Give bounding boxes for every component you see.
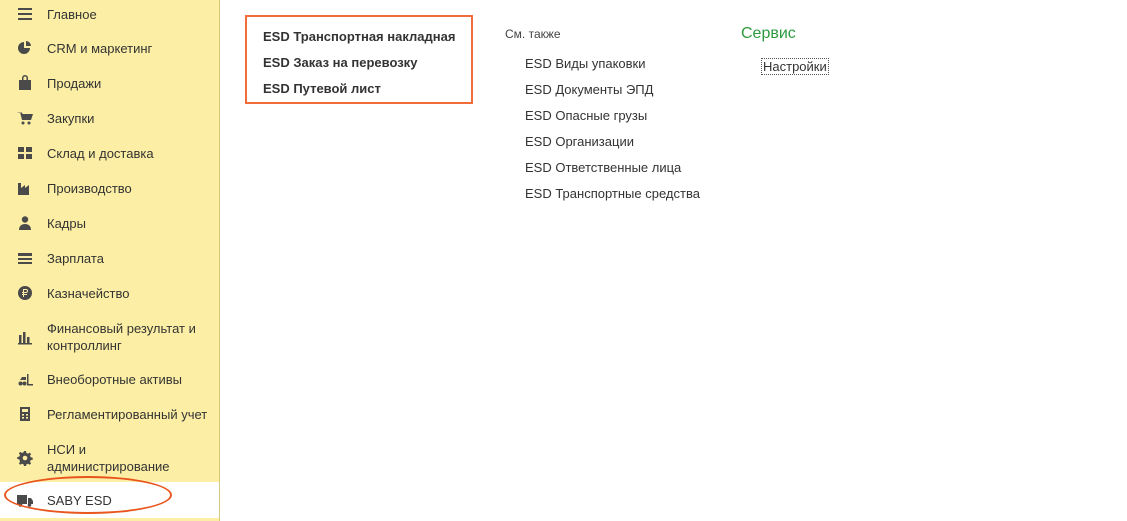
sidebar-item-main[interactable]: Главное (0, 2, 219, 26)
truck-icon (16, 491, 34, 509)
sidebar-item-finance[interactable]: Финансовый результат и контроллинг (0, 317, 219, 357)
sidebar-item-label: CRM и маркетинг (47, 40, 153, 56)
factory-icon (16, 179, 34, 197)
sidebar-item-purchases[interactable]: Закупки (0, 106, 219, 130)
sidebar-item-label: Кадры (47, 215, 86, 231)
pie-chart-icon (16, 39, 34, 57)
sidebar-item-label: Зарплата (47, 250, 104, 266)
see-also-link-packaging[interactable]: ESD Виды упаковки (525, 56, 646, 71)
main-link-waybill[interactable]: ESD Путевой лист (263, 81, 381, 96)
sidebar-item-regulated[interactable]: Регламентированный учет (0, 402, 219, 426)
sidebar-item-warehouse[interactable]: Склад и доставка (0, 141, 219, 165)
menu-lines-icon (16, 5, 34, 23)
gear-icon (16, 449, 34, 467)
sidebar-item-label: Склад и доставка (47, 145, 154, 161)
see-also-link-dangerous-goods[interactable]: ESD Опасные грузы (525, 108, 647, 123)
forklift-icon (16, 370, 34, 388)
sidebar-item-crm[interactable]: CRM и маркетинг (0, 36, 219, 60)
sidebar-item-label: Производство (47, 180, 132, 196)
sidebar-item-label: Регламентированный учет (47, 406, 208, 422)
warehouse-grid-icon (16, 144, 34, 162)
person-icon (16, 214, 34, 232)
sidebar-item-treasury[interactable]: Казначейство (0, 281, 219, 305)
shopping-bag-icon (16, 74, 34, 92)
calculator-icon (16, 405, 34, 423)
sidebar-item-hr[interactable]: Кадры (0, 211, 219, 235)
sidebar-item-sales[interactable]: Продажи (0, 71, 219, 95)
sidebar-item-admin[interactable]: НСИ и администрирование (0, 437, 219, 479)
sidebar-item-label: Казначейство (47, 285, 130, 301)
see-also-link-vehicles[interactable]: ESD Транспортные средства (525, 186, 700, 201)
service-title: Сервис (741, 25, 796, 42)
sidebar-item-label: Финансовый результат и контроллинг (47, 321, 196, 353)
sidebar-item-label: Продажи (47, 75, 102, 91)
sidebar-item-fixed-assets[interactable]: Внеоборотные активы (0, 367, 219, 391)
money-lines-icon (16, 249, 34, 267)
sidebar-item-label: Закупки (47, 110, 95, 126)
service-link-settings[interactable]: Настройки (761, 58, 829, 75)
sidebar-item-label: Главное (47, 6, 97, 22)
main-link-transport-order[interactable]: ESD Заказ на перевозку (263, 55, 417, 70)
sidebar-item-salary[interactable]: Зарплата (0, 246, 219, 270)
cart-icon (16, 109, 34, 127)
see-also-link-responsible-persons[interactable]: ESD Ответственные лица (525, 160, 681, 175)
sidebar-item-label: Внеоборотные активы (47, 371, 183, 387)
sidebar-item-label: НСИ и администрирование (47, 442, 170, 474)
see-also-title: См. также (505, 27, 561, 41)
bar-chart-icon (16, 328, 34, 346)
ruble-coin-icon (16, 284, 34, 302)
sidebar-item-saby-esd[interactable]: SABY ESD (0, 482, 219, 518)
sidebar-item-label: SABY ESD (47, 492, 112, 508)
main-link-transport-waybill[interactable]: ESD Транспортная накладная (263, 29, 455, 44)
see-also-link-epd-documents[interactable]: ESD Документы ЭПД (525, 82, 653, 97)
see-also-link-organizations[interactable]: ESD Организации (525, 134, 634, 149)
sidebar: Главное CRM и маркетинг Продажи Закупки … (0, 0, 220, 521)
sidebar-item-production[interactable]: Производство (0, 176, 219, 200)
